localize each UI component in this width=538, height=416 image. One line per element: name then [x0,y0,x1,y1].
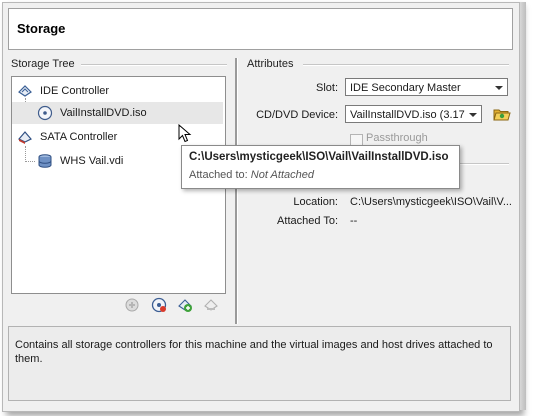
tree-item-label: IDE Controller [40,85,110,97]
settings-window: Storage Storage Tree IDE Controller Vail… [2,2,520,412]
description-panel: Contains all storage controllers for thi… [8,326,511,401]
page-header: Storage [8,8,513,50]
window-edge [520,2,526,410]
tree-item-label: VailInstallDVD.iso [60,107,147,119]
slot-select[interactable]: IDE Secondary Master [345,78,508,96]
sata-controller-icon [18,131,32,144]
folder-open-icon[interactable] [493,106,511,122]
cd-dvd-icon [37,105,53,121]
location-value: C:\Users\mysticgeek\ISO\Vail\V... [350,196,512,208]
ide-controller-icon [18,85,32,97]
tooltip-path: C:\Users\mysticgeek\ISO\Vail\VailInstall… [189,151,449,163]
add-attachment-icon[interactable] [177,297,193,313]
slot-label: Slot: [315,82,338,94]
storage-tree-separator [81,64,227,66]
attached-to-label: Attached To: [277,215,338,227]
tree-item-vailinstalldvd[interactable]: VailInstallDVD.iso [12,102,223,124]
add-cd-icon[interactable] [151,297,167,313]
tooltip: C:\Users\mysticgeek\ISO\Vail\VailInstall… [181,145,460,189]
tree-item-label: WHS Vail.vdi [60,155,124,167]
hard-disk-icon [38,154,52,168]
slot-value: IDE Secondary Master [350,82,461,94]
mouse-cursor-icon [178,124,192,143]
tooltip-attached: Attached to: Not Attached [189,169,314,181]
passthrough-label: Passthrough [366,132,428,144]
tree-item-ide-controller[interactable]: IDE Controller [12,80,223,102]
chevron-down-icon [495,86,503,90]
chevron-down-icon [469,113,477,117]
tooltip-attached-label: Attached to: [189,169,248,181]
panel-splitter[interactable] [235,58,238,324]
description-text: Contains all storage controllers for thi… [15,339,493,365]
attributes-separator [303,64,509,66]
page-title: Storage [17,21,66,36]
cd-dvd-device-select[interactable]: VailInstallDVD.iso (3.17 [345,105,482,123]
tooltip-attached-value: Not Attached [250,169,314,181]
tree-item-label: SATA Controller [40,131,118,143]
add-controller-icon[interactable] [124,297,140,313]
attached-to-value: -- [350,215,358,227]
remove-attachment-icon[interactable] [203,297,219,313]
cd-dvd-device-label: CD/DVD Device: [256,109,338,121]
cd-dvd-device-value: VailInstallDVD.iso (3.17 [350,109,465,121]
storage-tree-label: Storage Tree [11,58,75,70]
location-label: Location: [293,196,338,208]
attributes-label: Attributes [247,58,294,70]
